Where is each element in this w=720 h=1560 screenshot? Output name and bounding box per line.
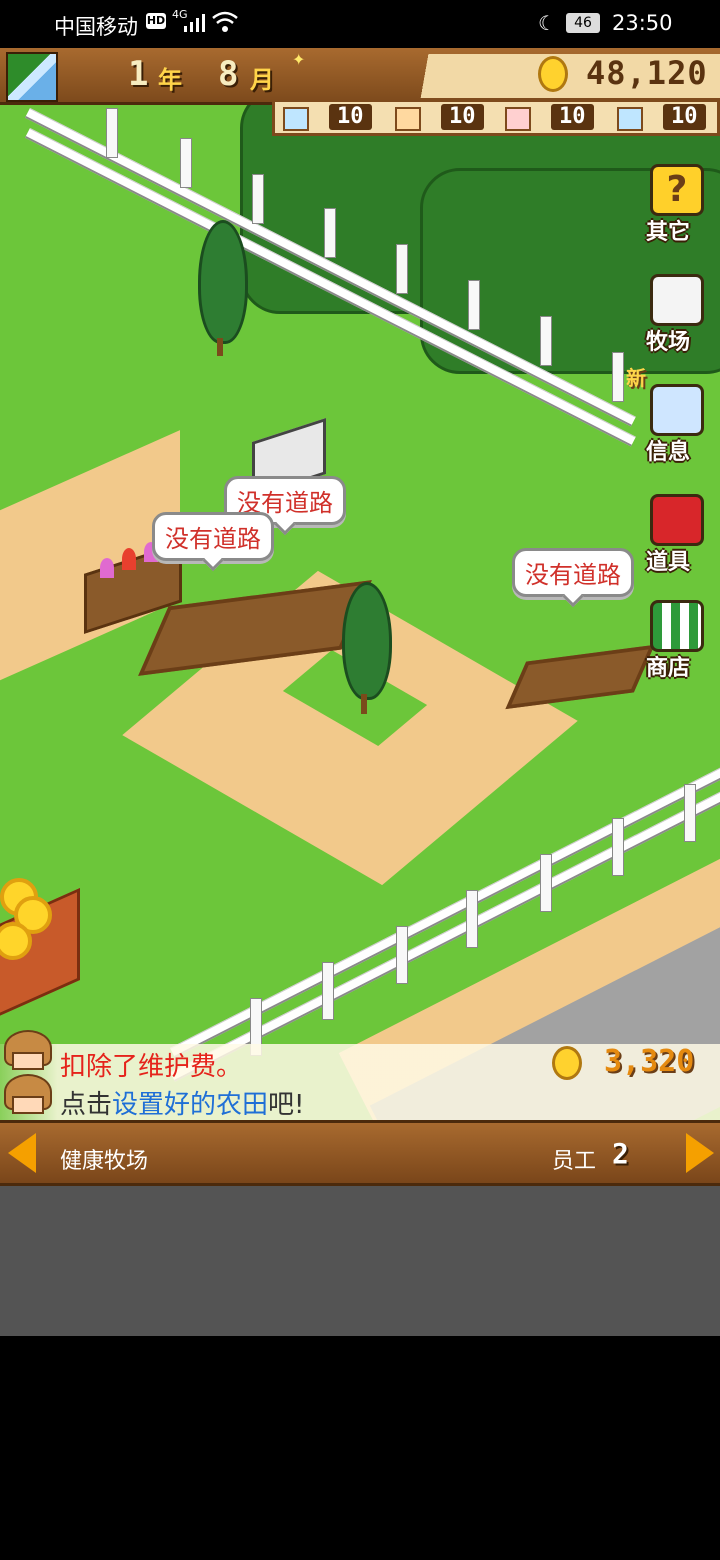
fence-post xyxy=(252,174,264,224)
empty-field-plot[interactable] xyxy=(505,644,655,710)
tulip-icon xyxy=(122,548,136,570)
tree-trunk xyxy=(361,694,367,714)
money-value: 48,120 xyxy=(586,54,708,92)
tomato-seed-icon xyxy=(505,107,531,131)
month-label: 月 xyxy=(250,66,274,94)
farmer-face xyxy=(12,1052,44,1070)
fence-post xyxy=(540,854,552,912)
fence-post xyxy=(106,108,118,158)
fence-post xyxy=(540,316,552,366)
cow-feed-icon xyxy=(617,107,643,131)
farmer-face xyxy=(12,1096,44,1114)
question-icon: ? xyxy=(650,164,704,216)
fence-post xyxy=(396,926,408,984)
coin-icon xyxy=(552,1046,582,1080)
other-label: 其它 xyxy=(646,220,691,245)
fence-post xyxy=(180,138,192,188)
resource-count: 10 xyxy=(663,104,706,130)
items-label: 道具 xyxy=(646,550,691,575)
bottom-bar: 健康牧场 员工 2 xyxy=(0,1120,720,1186)
other-button[interactable]: ? 其它 xyxy=(640,160,716,256)
previous-arrow-icon[interactable] xyxy=(8,1133,36,1173)
tree xyxy=(198,220,248,344)
ranch-label: 牧场 xyxy=(646,330,691,355)
info-label: 信息 xyxy=(646,440,691,465)
clock: 23:50 xyxy=(612,11,673,35)
hint-message: 点击设置好的农田吧! xyxy=(60,1084,304,1121)
flower-seed-icon xyxy=(283,107,309,131)
maintenance-fee-message: 扣除了维护费。 xyxy=(60,1052,243,1082)
wifi-icon xyxy=(212,11,238,32)
tulip-icon xyxy=(100,558,114,578)
staff-label: 员工 xyxy=(552,1149,597,1174)
hd-icon: HD xyxy=(146,13,166,29)
message-log: 扣除了维护费。 点击设置好的农田吧! 3,320 xyxy=(0,1030,720,1121)
info-button[interactable]: 信息 xyxy=(640,380,716,476)
battery-icon: 46 xyxy=(566,13,600,33)
resource-count: 10 xyxy=(441,104,484,130)
year-value: 1 xyxy=(128,54,149,94)
farm-name: 健康牧场 xyxy=(60,1149,149,1174)
items-button[interactable]: 道具 xyxy=(640,490,716,586)
blank-area xyxy=(0,1186,720,1336)
fence-post xyxy=(322,962,334,1020)
fence-post xyxy=(396,244,408,294)
carrier-name: 中国移动 xyxy=(54,15,138,39)
ranch-button[interactable]: 牧场 xyxy=(640,270,716,366)
resource-count: 10 xyxy=(551,104,594,130)
tree xyxy=(342,582,392,700)
treasure-chest-icon xyxy=(650,494,704,546)
hint-highlight: 设置好的农田 xyxy=(112,1090,269,1120)
no-road-bubble: 没有道路 xyxy=(512,548,634,597)
clipboard-icon xyxy=(650,384,704,436)
resource-bar: 10 10 10 10 xyxy=(272,102,720,136)
coin-icon xyxy=(538,56,568,92)
shop-button[interactable]: 商店 xyxy=(640,596,716,692)
signal-icon xyxy=(184,14,205,32)
no-road-bubble: 没有道路 xyxy=(152,512,274,561)
fence-post xyxy=(612,818,624,876)
fence-post xyxy=(684,784,696,842)
tree-trunk xyxy=(217,338,223,356)
do-not-disturb-icon: ☾ xyxy=(538,11,556,35)
cow-icon xyxy=(650,274,704,326)
hint-prefix: 点击 xyxy=(60,1090,113,1120)
map-icon[interactable] xyxy=(6,52,58,102)
sparkle-icon: ✦ xyxy=(292,50,306,69)
year-label: 年 xyxy=(158,66,182,94)
top-status-bar: 1 年 8 月 ✦ 48,120 xyxy=(0,48,720,105)
shop-icon xyxy=(650,600,704,652)
fence-post xyxy=(612,352,624,402)
hint-suffix: 吧! xyxy=(268,1090,305,1120)
fence-post xyxy=(324,208,336,258)
carrot-seed-icon xyxy=(395,107,421,131)
fence-post xyxy=(468,280,480,330)
status-bar: 中国移动 HD 4G ☾ 46 23:50 xyxy=(0,0,720,48)
fence-post xyxy=(466,890,478,948)
fee-amount: 3,320 xyxy=(604,1044,695,1079)
resource-count: 10 xyxy=(329,104,372,130)
shop-label: 商店 xyxy=(646,656,691,681)
staff-count: 2 xyxy=(612,1137,629,1170)
month-value: 8 xyxy=(218,54,239,94)
next-arrow-icon[interactable] xyxy=(686,1133,714,1173)
